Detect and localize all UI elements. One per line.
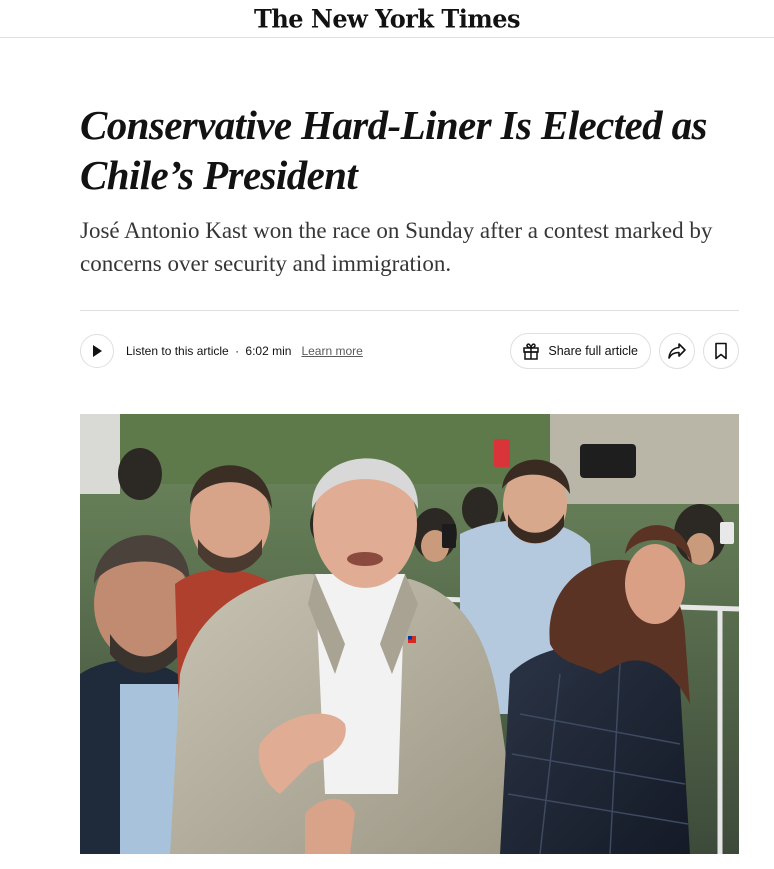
article-toolbar: Listen to this article · 6:02 min Learn …: [80, 332, 739, 370]
listen-separator: ·: [235, 344, 240, 358]
photo-illustration: [80, 414, 739, 854]
gift-icon: [521, 341, 541, 361]
share-arrow-icon: [667, 342, 687, 360]
masthead: The New York Times: [0, 0, 774, 38]
listen-play-button[interactable]: [80, 334, 114, 368]
save-bookmark-button[interactable]: [703, 333, 739, 369]
listen-label: Listen to this article: [126, 344, 229, 358]
article-summary: José Antonio Kast won the race on Sunday…: [80, 218, 713, 276]
bookmark-icon: [714, 342, 728, 360]
divider: [80, 310, 739, 311]
article-headline: Conservative Hard-Liner Is Elected as Ch…: [80, 102, 708, 198]
nyt-logo[interactable]: The New York Times: [254, 5, 521, 31]
listen-duration: 6:02 min: [245, 344, 292, 358]
share-full-article-button[interactable]: Share full article: [510, 333, 651, 369]
share-label: Share full article: [548, 344, 638, 358]
learn-more-link[interactable]: Learn more: [301, 344, 362, 358]
listen-info: Listen to this article · 6:02 min: [126, 344, 291, 358]
share-button[interactable]: [659, 333, 695, 369]
article-photo[interactable]: [80, 414, 739, 854]
play-icon: [91, 344, 103, 358]
